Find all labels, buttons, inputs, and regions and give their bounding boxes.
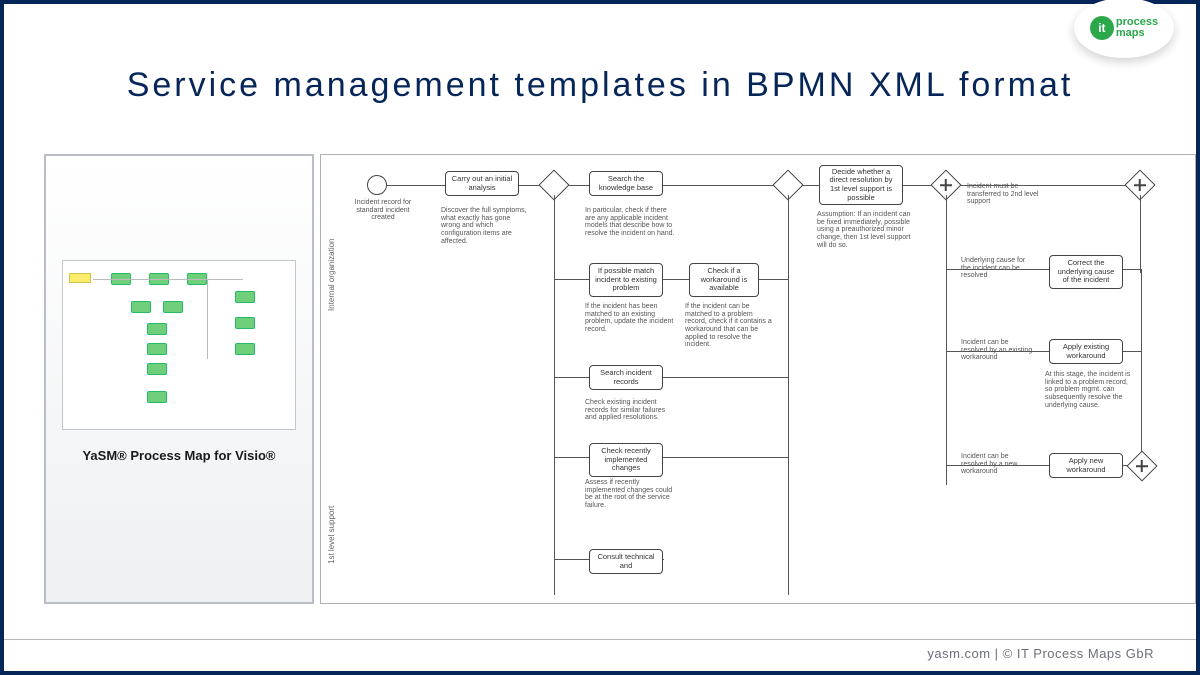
bpmn-diagram: Internal organization 1st level support … — [320, 154, 1196, 604]
lane-internal: Internal organization — [327, 195, 339, 355]
task-decide: Decide whether a direct resolution by 1s… — [819, 165, 903, 205]
task-correct-cause: Correct the underlying cause of the inci… — [1049, 255, 1123, 289]
edge — [946, 465, 1050, 466]
start-note: Incident record for standard incident cr… — [353, 199, 413, 222]
task-workaround-check: Check if a workaround is available — [689, 263, 759, 297]
note-search-inc: Check existing incident records for simi… — [585, 399, 675, 422]
edge — [946, 351, 1050, 352]
edge — [946, 195, 947, 485]
note-decide: Assumption: If an incident can be fixed … — [817, 211, 911, 249]
edge — [1140, 195, 1141, 273]
task-check-changes: Check recently implemented changes — [589, 443, 663, 477]
task-initial-analysis: Carry out an initial analysis — [445, 171, 519, 196]
edge — [1123, 269, 1141, 270]
task-apply-new: Apply new workaround — [1049, 453, 1123, 478]
logo-text-2: maps — [1116, 28, 1158, 39]
note-apply-existing: At this stage, the incident is linked to… — [1045, 371, 1135, 409]
edge — [946, 269, 1050, 270]
edge — [788, 195, 789, 595]
note-check-changes: Assess if recently implemented changes c… — [585, 479, 675, 510]
note-kb: In particular, check if there are any ap… — [585, 207, 675, 238]
task-apply-existing: Apply existing workaround — [1049, 339, 1123, 364]
label-transfer: Incident must be transferred to 2nd leve… — [967, 183, 1045, 206]
edge — [1123, 351, 1141, 352]
edge — [663, 457, 789, 458]
lane-1st-level: 1st level support — [327, 485, 339, 585]
visio-caption: YaSM® Process Map for Visio® — [82, 448, 275, 463]
task-search-incidents: Search incident records — [589, 365, 663, 390]
gateway-merge-right-icon — [1126, 450, 1157, 481]
task-consult: Consult technical and — [589, 549, 663, 574]
edge — [554, 195, 555, 595]
footer-text: yasm.com | © IT Process Maps GbR — [4, 639, 1196, 667]
start-event-icon — [367, 175, 387, 195]
visio-card: YaSM® Process Map for Visio® — [44, 154, 314, 604]
logo-badge: it process maps — [1074, 0, 1174, 58]
note-wa-check: If the incident can be matched to a prob… — [685, 303, 775, 349]
task-search-kb: Search the knowledge base — [589, 171, 663, 196]
page-title: Service management templates in BPMN XML… — [4, 66, 1196, 105]
note-analysis: Discover the full symptoms, what exactly… — [441, 207, 531, 245]
logo-it-icon: it — [1090, 16, 1114, 40]
note-match: If the incident has been matched to an e… — [585, 303, 675, 334]
edge — [759, 279, 789, 280]
visio-thumbnail — [62, 260, 296, 430]
task-match-incident: If possible match incident to existing p… — [589, 263, 663, 297]
edge — [1141, 269, 1142, 479]
edge — [663, 377, 789, 378]
